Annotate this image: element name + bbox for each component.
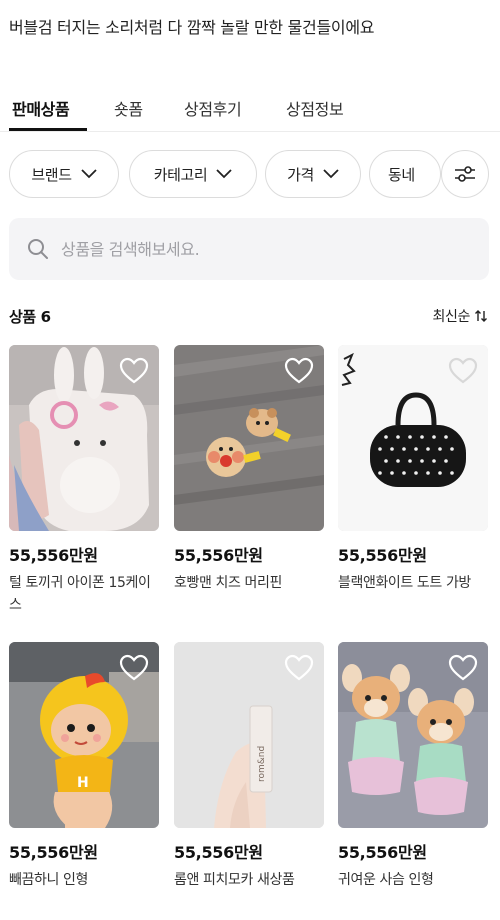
product-price: 55,556만원 (174, 843, 263, 862)
filter-brand-label: 브랜드 (31, 165, 72, 184)
heart-outline-icon[interactable] (119, 654, 149, 682)
product-card[interactable]: H 55,556만원 빼끔하니 인형 (9, 642, 159, 891)
shop-tabs: 판매상품 숏폼 상점후기 상점정보 (0, 86, 500, 132)
product-price: 55,556만원 (338, 843, 427, 862)
product-image (9, 345, 159, 531)
filter-brand-chip[interactable]: 브랜드 (9, 150, 119, 198)
tab-shop-info[interactable]: 상점정보 (286, 96, 344, 120)
filter-bar: 브랜드 카테고리 가격 동네 (9, 150, 500, 198)
product-price: 55,556만원 (338, 546, 427, 565)
product-image (174, 345, 324, 531)
product-title: 롬앤 피치모카 새상품 (174, 872, 295, 888)
product-image (338, 642, 488, 828)
active-tab-indicator (9, 128, 87, 131)
shop-intro-text: 버블검 터지는 소리처럼 다 깜짝 놀랄 만한 물건들이에요 (9, 18, 375, 37)
heart-outline-icon[interactable] (448, 654, 478, 682)
filter-category-label: 카테고리 (153, 165, 208, 184)
sort-arrows-icon (475, 310, 487, 322)
chevron-down-icon (80, 169, 97, 179)
product-price: 55,556만원 (9, 843, 98, 862)
product-card[interactable]: 55,556만원 귀여운 사슴 인형 (338, 642, 488, 891)
product-title: 빼끔하니 인형 (9, 872, 88, 888)
svg-text:H: H (77, 775, 89, 791)
filter-neighborhood-chip[interactable]: 동네 (369, 150, 441, 198)
filter-price-chip[interactable]: 가격 (265, 150, 361, 198)
svg-text:rom&nd: rom&nd (257, 746, 267, 782)
product-count: 상품 6 (9, 308, 51, 326)
product-price: 55,556만원 (174, 546, 263, 565)
product-card[interactable]: 55,556만원 블랙앤화이트 도트 가방 (338, 345, 488, 594)
sort-button[interactable]: 최신순 (433, 306, 488, 326)
product-title: 털 토끼귀 아이폰 15케이스 (9, 575, 151, 613)
tab-shop-reviews[interactable]: 상점후기 (184, 96, 242, 120)
product-image: H (9, 642, 159, 828)
tab-products[interactable]: 판매상품 (12, 96, 70, 120)
sliders-icon (455, 166, 475, 182)
product-card[interactable]: 55,556만원 호빵맨 치즈 머리핀 (174, 345, 324, 594)
product-image: rom&nd (174, 642, 324, 828)
product-card[interactable]: 55,556만원 털 토끼귀 아이폰 15케이스 (9, 345, 159, 616)
search-input[interactable] (61, 239, 461, 259)
heart-outline-icon[interactable] (448, 357, 478, 385)
filter-price-label: 가격 (287, 165, 314, 184)
search-bar[interactable] (9, 218, 489, 280)
product-image (338, 345, 488, 531)
product-price: 55,556만원 (9, 546, 98, 565)
sort-label: 최신순 (432, 309, 471, 325)
filter-category-chip[interactable]: 카테고리 (129, 150, 257, 198)
heart-outline-icon[interactable] (284, 654, 314, 682)
heart-outline-icon[interactable] (119, 357, 149, 385)
chevron-down-icon (323, 169, 339, 179)
chevron-down-icon (216, 169, 232, 179)
filter-neighborhood-label: 동네 (388, 165, 415, 184)
filter-settings-button[interactable] (441, 150, 489, 198)
search-icon (28, 239, 48, 259)
product-title: 블랙앤화이트 도트 가방 (338, 575, 471, 591)
product-card[interactable]: rom&nd 55,556만원 롬앤 피치모카 새상품 (174, 642, 324, 891)
heart-outline-icon[interactable] (284, 357, 314, 385)
tab-shortform[interactable]: 숏폼 (114, 96, 143, 120)
product-title: 호빵맨 치즈 머리핀 (174, 575, 282, 591)
product-title: 귀여운 사슴 인형 (338, 872, 434, 888)
